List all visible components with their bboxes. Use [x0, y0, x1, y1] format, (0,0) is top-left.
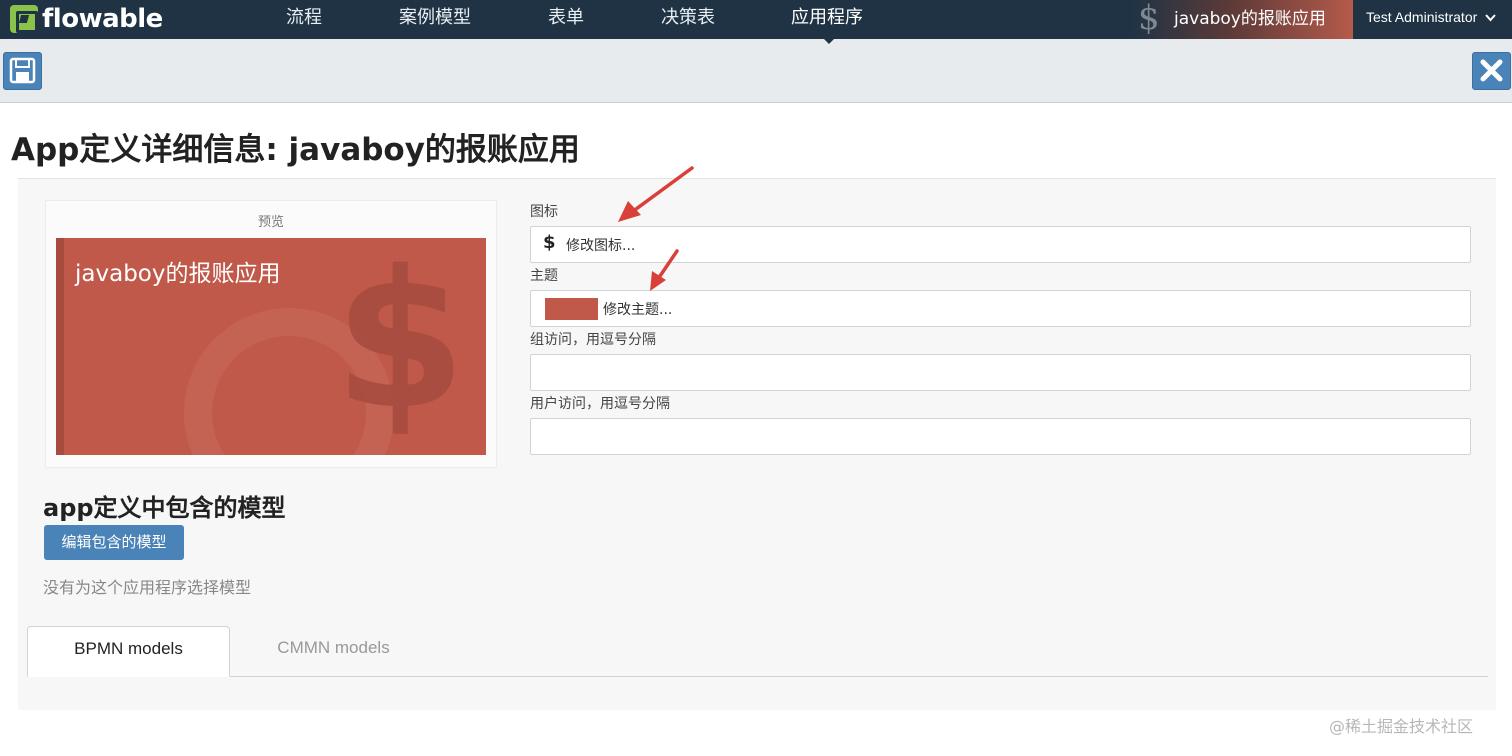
tab-bpmn-models[interactable]: BPMN models: [27, 626, 230, 677]
save-icon: [4, 57, 41, 92]
active-nav-caret: [822, 37, 836, 44]
nav-item-decision-tables[interactable]: 决策表: [661, 0, 715, 39]
preview-dollar-icon: $: [334, 238, 467, 451]
nav-item-case-models[interactable]: 案例模型: [399, 0, 471, 39]
tab-cmmn-models[interactable]: CMMN models: [232, 626, 435, 677]
close-button[interactable]: [1472, 52, 1511, 90]
chevron-down-icon: [1485, 13, 1496, 25]
group-access-label: 组访问，用逗号分隔: [530, 332, 656, 348]
no-models-note: 没有为这个应用程序选择模型: [43, 578, 252, 597]
preview-label: 预览: [257, 215, 284, 230]
preview-card-title: javaboy的报账应用: [75, 261, 281, 287]
nav-item-processes[interactable]: 流程: [286, 0, 322, 39]
icon-label: 图标: [530, 204, 558, 220]
preview-box: 预览 $ javaboy的报账应用: [45, 200, 497, 468]
editor-toolbar: [0, 39, 1512, 103]
nav-item-apps[interactable]: 应用程序: [791, 0, 863, 39]
current-app-indicator[interactable]: $ javaboy的报账应用: [1130, 0, 1353, 39]
close-icon: [1473, 59, 1510, 92]
change-icon-link[interactable]: 修改图标...: [566, 235, 635, 255]
theme-picker-field[interactable]: 修改主题...: [530, 290, 1471, 327]
user-access-label: 用户访问，用逗号分隔: [530, 396, 670, 412]
dollar-icon: $: [543, 232, 556, 253]
user-name: Test Administrator: [1366, 9, 1478, 25]
included-models-heading: app定义中包含的模型: [43, 494, 286, 522]
brand-name: flowable: [42, 4, 163, 34]
edit-included-models-button[interactable]: 编辑包含的模型: [44, 525, 184, 560]
flowable-logo-icon: [10, 5, 38, 33]
theme-label: 主题: [530, 268, 558, 284]
current-app-name: javaboy的报账应用: [1174, 9, 1326, 29]
user-access-input[interactable]: [530, 418, 1471, 455]
page-title: App定义详细信息: javaboy的报账应用: [11, 132, 580, 168]
app-preview-card: $ javaboy的报账应用: [56, 238, 486, 455]
group-access-input[interactable]: [530, 354, 1471, 391]
watermark: @稀土掘金技术社区: [1329, 717, 1474, 736]
change-theme-link[interactable]: 修改主题...: [603, 299, 672, 319]
dollar-icon: $: [1138, 0, 1160, 38]
theme-color-swatch: [545, 298, 598, 320]
brand-logo[interactable]: flowable: [10, 3, 163, 35]
user-menu[interactable]: Test Administrator: [1366, 9, 1496, 25]
top-navbar: flowable 流程 案例模型 表单 决策表 应用程序 $ javaboy的报…: [0, 0, 1512, 39]
icon-picker-field[interactable]: $ 修改图标...: [530, 226, 1471, 263]
save-button[interactable]: [3, 52, 42, 90]
nav-item-forms[interactable]: 表单: [548, 0, 584, 39]
